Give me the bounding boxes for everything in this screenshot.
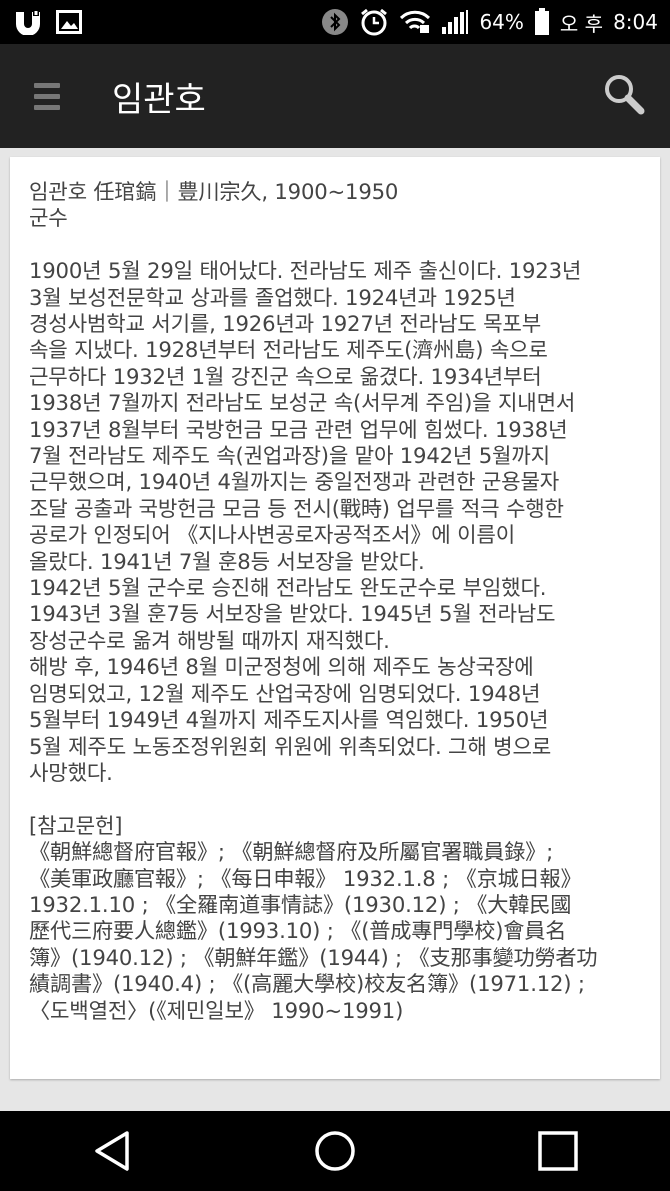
references-section: [참고문헌] 《朝鮮總督府官報》; 《朝鮮總督府及所屬官署職員錄》; 《美軍政廳… bbox=[29, 813, 642, 1024]
page-title: 임관호 bbox=[112, 79, 206, 120]
body-line: 올랐다. 1941년 7월 훈8등 서보장을 받았다. bbox=[29, 548, 425, 574]
bluetooth-icon bbox=[321, 8, 349, 36]
reference-line: 簿》(1940.12) ; 《朝鮮年鑑》(1944) ; 《支那事變功勞者功 bbox=[29, 944, 598, 970]
image-icon bbox=[56, 10, 82, 34]
signal-icon bbox=[441, 9, 469, 35]
reference-line: 《美軍政廳官報》; 《每日申報》 1932.1.8 ; 《京城日報》 bbox=[29, 865, 582, 891]
body-line: 조달 공출과 국방헌금 모금 등 전시(戰時) 업무를 적극 수행한 bbox=[29, 495, 564, 521]
body-line: 사망했다. bbox=[29, 759, 113, 785]
body-line: 해방 후, 1946년 8월 미군정청에 의해 제주도 농상국장에 bbox=[29, 654, 534, 680]
recents-button[interactable] bbox=[528, 1121, 588, 1181]
back-triangle-icon bbox=[94, 1131, 129, 1171]
body-line: 1943년 3월 훈7등 서보장을 받았다. 1945년 5월 전라남도 bbox=[29, 601, 556, 627]
body-line: 경성사범학교 서기를, 1926년과 1927년 전라남도 목포부 bbox=[29, 311, 542, 337]
body-line: 1938년 7월까지 전라남도 보성군 속(서무계 주임)을 지내면서 bbox=[29, 390, 576, 416]
body-line: 5월부터 1949년 4월까지 제주도지사를 역임했다. 1950년 bbox=[29, 707, 549, 733]
recents-square-icon bbox=[538, 1131, 579, 1171]
wifi-icon bbox=[399, 9, 431, 35]
reference-line: 《朝鮮總督府官報》; 《朝鮮總督府及所屬官署職員錄》; bbox=[29, 839, 554, 865]
body-line: 속을 지냈다. 1928년부터 전라남도 제주도(濟州島) 속으로 bbox=[29, 337, 548, 363]
references-title: [참고문헌] bbox=[29, 812, 123, 838]
reference-line: 績調書》(1940.4) ; 《(高麗大學校)校友名簿》(1971.12) ; bbox=[29, 971, 585, 997]
body-line: 3월 보성전문학교 상과를 졸업했다. 1924년과 1925년 bbox=[29, 284, 516, 310]
body-line: 장성군수로 옮겨 해방될 때까지 재직했다. bbox=[29, 627, 390, 653]
alarm-icon bbox=[359, 7, 389, 37]
body-line: 7월 전라남도 제주도 속(권업과장)을 맡아 1942년 5월까지 bbox=[29, 443, 550, 469]
heading-line: 임관호 任琯鎬｜豊川宗久, 1900~1950 bbox=[29, 179, 399, 204]
app-bar: 임관호 bbox=[0, 44, 670, 148]
article-card: 임관호 任琯鎬｜豊川宗久, 1900~1950 군수 1900년 5월 29일 … bbox=[10, 157, 660, 1079]
back-button[interactable] bbox=[82, 1121, 142, 1181]
heading-line: 군수 bbox=[29, 205, 68, 231]
body-line: 1942년 5월 군수로 승진해 전라남도 완도군수로 부임했다. bbox=[29, 575, 547, 601]
body-line: 5월 제주도 노동조정위원회 위원에 위촉되었다. 그해 병으로 bbox=[29, 733, 552, 759]
body-line: 1937년 8월부터 국방헌금 모금 관련 업무에 힘썼다. 1938년 bbox=[29, 416, 568, 442]
article-body: 1900년 5월 29일 태어났다. 전라남도 제주 출신이다. 1923년 3… bbox=[29, 258, 642, 786]
home-button[interactable] bbox=[305, 1121, 365, 1181]
body-line: 근무하다 1932년 1월 강진군 속으로 옮겼다. 1934년부터 bbox=[29, 363, 542, 389]
home-circle-icon bbox=[315, 1131, 355, 1171]
body-line: 근무했으며, 1940년 4월까지는 중일전쟁과 관련한 군용물자 bbox=[29, 469, 560, 495]
clock-time: 8:04 bbox=[613, 10, 658, 34]
article-heading: 임관호 任琯鎬｜豊川宗久, 1900~1950 군수 bbox=[29, 179, 642, 232]
reference-line: 歷代三府要人總鑑》(1993.10) ; 《(普成專門學校)會員名 bbox=[29, 918, 567, 944]
battery-icon bbox=[534, 8, 550, 36]
body-line: 공로가 인정되어 《지나사변공로자공적조서》에 이름이 bbox=[29, 522, 516, 548]
navigation-bar bbox=[0, 1111, 670, 1191]
time-ampm: 오 후 bbox=[559, 11, 604, 36]
u-plus-icon bbox=[14, 9, 42, 35]
reference-line: 〈도백열전〉(《제민일보》 1990~1991) bbox=[29, 997, 404, 1023]
status-bar: 64% 오 후 8:04 bbox=[0, 0, 670, 44]
battery-percent: 64% bbox=[479, 10, 524, 34]
hamburger-menu-icon[interactable] bbox=[34, 82, 60, 110]
reference-line: 1932.1.10 ; 《全羅南道事情誌》(1930.12) ; 《大韓民國 bbox=[29, 891, 572, 917]
body-line: 1900년 5월 29일 태어났다. 전라남도 제주 출신이다. 1923년 bbox=[29, 258, 582, 284]
search-icon[interactable] bbox=[602, 72, 646, 120]
body-line: 임명되었고, 12월 제주도 산업국장에 임명되었다. 1948년 bbox=[29, 680, 541, 706]
